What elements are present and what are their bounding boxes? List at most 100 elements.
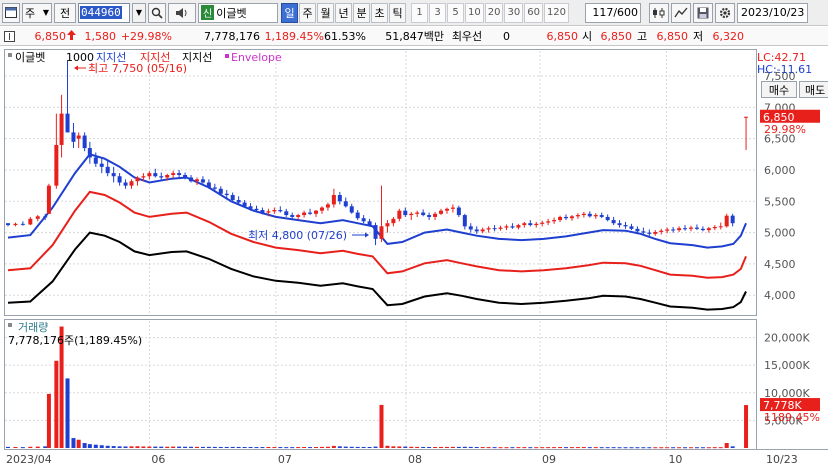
volume-bar (385, 445, 390, 448)
interval-60[interactable]: 60 (524, 2, 543, 23)
save-button[interactable] (693, 2, 714, 23)
settings-button[interactable] (715, 2, 736, 23)
date-tick-label: 06 (151, 453, 165, 466)
volume-bar (492, 447, 497, 449)
volume-bar (93, 444, 98, 448)
volume-bar (450, 446, 455, 448)
tab-year[interactable]: 년 (335, 2, 352, 23)
search-button[interactable] (148, 2, 166, 23)
date-tick-label: 10/23 (766, 453, 798, 466)
volume-bar (248, 447, 253, 449)
tab-minute[interactable]: 분 (353, 2, 370, 23)
window-icon[interactable] (2, 2, 20, 23)
volume-bar (480, 447, 485, 449)
volume-bar (99, 445, 104, 448)
volume-bar (528, 447, 533, 449)
interval-3[interactable]: 3 (429, 2, 446, 23)
interval-5[interactable]: 5 (447, 2, 464, 23)
volume-bar (308, 447, 313, 449)
volume-bar (444, 446, 449, 448)
volume-bar (474, 447, 479, 449)
period-tabs: 일 주 월 년 분 초 틱 (281, 2, 406, 23)
volume-bar (349, 446, 354, 448)
price-change: 1,580 (84, 29, 117, 43)
interval-1[interactable]: 1 (411, 2, 428, 23)
volume-bar (617, 447, 622, 449)
candle-type-button[interactable] (649, 2, 670, 23)
volume-bar (319, 446, 324, 448)
interval-10[interactable]: 10 (465, 2, 484, 23)
tab-second[interactable]: 초 (371, 2, 388, 23)
volume-bar (683, 447, 688, 449)
volume-bar (653, 447, 658, 449)
volume-bar (183, 446, 188, 448)
tab-day[interactable]: 일 (281, 2, 298, 23)
date-field[interactable]: 2023/10/23 (737, 2, 809, 23)
interval-20[interactable]: 20 (484, 2, 504, 23)
search-icon (151, 7, 163, 19)
volume-bar (65, 378, 70, 448)
chart-tool-button[interactable] (671, 2, 692, 23)
price-volume-chart[interactable]: 4,0004,5005,0005,5006,0006,5007,0007,500… (0, 47, 828, 470)
volume-bar (147, 446, 152, 448)
volume-bar (230, 446, 235, 448)
candle (724, 213, 729, 228)
volume-bar (540, 447, 545, 449)
current-price-pct: 29.98% (764, 123, 806, 136)
volume-bar (391, 446, 396, 448)
high-label: 고 (636, 30, 648, 43)
volume-bar (135, 446, 140, 448)
interval-30[interactable]: 30 (504, 2, 524, 23)
sound-button[interactable] (168, 2, 196, 23)
volume-bar (403, 446, 408, 448)
volume-bar (522, 447, 527, 449)
volume-bar (82, 443, 87, 448)
current-volume-pct: 1189.45% (764, 411, 820, 424)
price-tick-label: 5,500 (764, 195, 796, 208)
legend-envelope: Envelope (231, 51, 282, 64)
volume-bar (355, 446, 360, 448)
open-price: 6,850 (600, 29, 633, 43)
tab-week[interactable]: 주 (299, 2, 316, 23)
current-price: 6,850 (34, 29, 67, 43)
volume-bar (433, 447, 438, 449)
low-label: 최저 4,800 (07/26) (248, 229, 347, 242)
volume-bar (593, 447, 598, 449)
chart-type-icon[interactable] (0, 30, 18, 42)
volume-tick-label: 20,000K (764, 332, 810, 345)
volume-bar (665, 447, 670, 449)
volume-bar (730, 446, 735, 448)
volume-bar (43, 446, 48, 448)
stock-code-input[interactable]: 044960 (78, 2, 130, 23)
buy-button[interactable]: 매수 (761, 81, 797, 98)
volume-bar (87, 444, 92, 448)
volume-bar (153, 446, 158, 448)
volume-bar (659, 447, 664, 449)
volume-bar (587, 447, 592, 449)
volume-bar (421, 446, 426, 448)
tab-month[interactable]: 월 (317, 2, 334, 23)
chart-area[interactable]: 4,000 4,500 5,000 5,500 6,000 6,500 7,000 7,500… (0, 47, 828, 470)
volume-bar (278, 447, 283, 449)
volume-bar (677, 447, 682, 449)
code-dropdown-button[interactable]: ▼ (132, 2, 146, 23)
interval-120[interactable]: 120 (543, 2, 570, 23)
stock-name-field[interactable]: 신 이글벳 (198, 2, 278, 23)
volume-bar (700, 447, 705, 449)
volume-bar (516, 447, 521, 449)
period-selector[interactable]: 주 ▼ (22, 2, 52, 23)
volume-bar (6, 446, 10, 448)
volume-bar (165, 446, 170, 448)
legend-envelope-marker-icon (225, 54, 229, 58)
volume-bar (462, 446, 467, 448)
volume-bar (367, 447, 372, 449)
stock-name: 이글벳 (216, 6, 247, 20)
volume-bar (20, 447, 25, 449)
volume-bar (486, 447, 491, 449)
tab-tick[interactable]: 틱 (389, 2, 406, 23)
sell-button[interactable]: 매도 (799, 81, 828, 98)
candlestick-icon (653, 7, 665, 18)
jeon-button[interactable]: 전 (54, 2, 76, 23)
volume-bar (54, 360, 59, 448)
data-count-field[interactable]: 117/600 (585, 2, 642, 23)
